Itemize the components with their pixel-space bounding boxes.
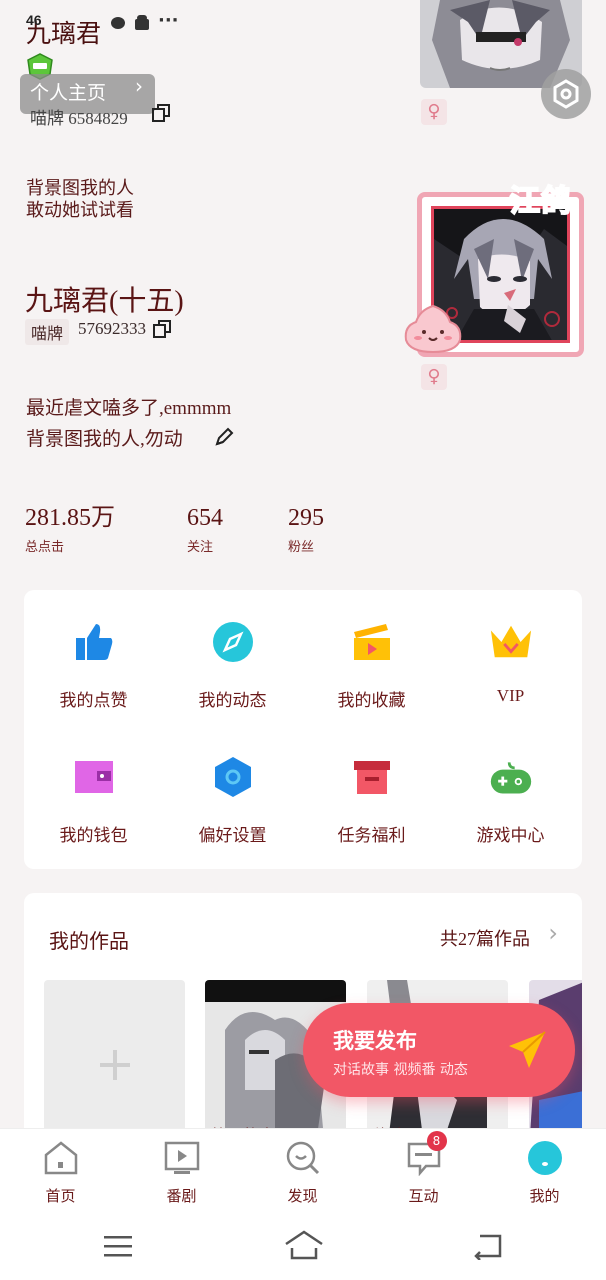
paper-plane-icon (507, 1030, 547, 1075)
edit-pencil-icon[interactable] (214, 427, 234, 452)
thumbs-up-icon (72, 620, 116, 664)
grid-item-vip[interactable]: VIP (441, 590, 580, 720)
grid-item-game-center[interactable]: 游戏中心 (441, 725, 580, 855)
grid-item-dynamics[interactable]: 我的动态 (163, 590, 302, 720)
publish-title: 我要发布 (333, 1029, 417, 1053)
grid-item-label: 游戏中心 (476, 826, 545, 845)
stat-label: 总点击 (25, 539, 65, 554)
bio-line: 最近虐文嗑多了,emmmm (26, 398, 232, 419)
task-box-icon (350, 755, 394, 799)
stat-following[interactable]: 654 关注 (187, 504, 223, 555)
works-title: 我的作品 (49, 931, 129, 953)
clapperboard-icon (350, 620, 394, 664)
nav-label: 我的 (529, 1189, 560, 1205)
settings-button[interactable] (541, 69, 591, 119)
me-icon (526, 1139, 564, 1177)
grid-item-label: 任务福利 (337, 826, 406, 845)
background-note-line: 敢动她试试看 (26, 200, 134, 220)
home-page-tooltip-label: 个人主页 (30, 83, 107, 104)
notification-badge: 8 (426, 1131, 447, 1151)
stat-label: 粉丝 (288, 539, 315, 554)
bio-line: 背景图我的人,勿动 (26, 429, 183, 450)
stat-total-clicks[interactable]: 281.85万 总点击 (25, 504, 115, 555)
id-label: 喵牌 (25, 319, 70, 345)
stat-value: 281.85万 (25, 505, 115, 531)
gamepad-icon (489, 755, 533, 799)
hexagon-gear-icon (553, 79, 579, 109)
nav-label: 发现 (287, 1189, 318, 1205)
gender-female-icon: ♀ (421, 364, 447, 390)
works-count-link[interactable]: 共27篇作品 (440, 925, 530, 951)
stat-value: 295 (288, 505, 324, 531)
bottom-nav: 首页 番剧 发现 8 互动 我的 (0, 1128, 606, 1216)
background-note-line: 背景图我的人 (26, 178, 134, 198)
grid-item-label: 我的点赞 (59, 691, 128, 710)
nav-me[interactable]: 我的 (484, 1129, 605, 1217)
grid-item-label: VIP (496, 686, 525, 705)
play-icon (163, 1139, 201, 1177)
plus-icon (99, 1050, 130, 1080)
background-note: 背景图我的人 敢动她试试看 (26, 177, 134, 221)
back-icon[interactable] (472, 1232, 504, 1265)
peach-mascot-icon (402, 302, 464, 354)
id-label-top: 喵牌 (30, 109, 64, 128)
nav-label: 首页 (45, 1189, 76, 1205)
crown-icon (489, 620, 533, 664)
copy-icon[interactable] (152, 104, 170, 127)
add-work-button[interactable] (44, 980, 185, 1150)
id-value: 57692333 (78, 319, 146, 338)
nav-home[interactable]: 首页 (0, 1129, 121, 1217)
grid-item-label: 我的收藏 (337, 691, 406, 710)
grid-item-wallet[interactable]: 我的钱包 (24, 725, 163, 855)
hexagon-settings-icon (211, 755, 255, 799)
stat-fans[interactable]: 295 粉丝 (288, 504, 324, 555)
wechat-android-icons (111, 15, 149, 30)
grid-item-likes[interactable]: 我的点赞 (24, 590, 163, 720)
copy-icon[interactable] (153, 320, 171, 343)
chevron-right-icon: › (135, 74, 143, 98)
grid-item-tasks[interactable]: 任务福利 (302, 725, 441, 855)
username: 九璃君(十五) (25, 286, 184, 317)
discover-icon (284, 1139, 322, 1177)
notification-icons (110, 14, 156, 36)
grid-item-label: 我的钱包 (59, 826, 128, 845)
grid-item-label: 偏好设置 (198, 826, 267, 845)
nav-label: 番剧 (166, 1189, 197, 1205)
compass-icon (211, 620, 255, 664)
home-nav-icon[interactable] (284, 1230, 324, 1265)
bio[interactable]: 最近虐文嗑多了,emmmm 背景图我的人,勿动 (26, 393, 231, 455)
stat-label: 关注 (187, 539, 214, 554)
signal-indicator: 46 (26, 12, 42, 28)
avatar-frame-tag: 江鸽 (509, 183, 572, 220)
nav-anime[interactable]: 番剧 (121, 1129, 242, 1217)
chevron-right-icon[interactable]: › (548, 919, 558, 947)
message-icon: 8 (405, 1131, 447, 1177)
home-icon (42, 1139, 80, 1177)
nav-label: 互动 (408, 1189, 439, 1205)
nav-discover[interactable]: 发现 (242, 1129, 363, 1217)
publish-subtitle: 对话故事 视频番 动态 (333, 1062, 468, 1078)
id-top: 喵牌 6584829 (30, 104, 128, 129)
function-grid: 我的点赞 我的动态 我的收藏 VIP 我的钱包 偏好设置 任务福利 游戏中心 (24, 590, 582, 869)
stat-value: 654 (187, 505, 223, 531)
wallet-icon (72, 755, 116, 799)
publish-button[interactable]: 我要发布 对话故事 视频番 动态 (303, 1003, 575, 1097)
menu-icon[interactable] (103, 1234, 133, 1263)
gender-female-icon: ♀ (421, 99, 447, 125)
more-dots-icon: ··· (158, 10, 179, 31)
system-navigation-bar (0, 1216, 606, 1280)
grid-item-preferences[interactable]: 偏好设置 (163, 725, 302, 855)
nav-interaction[interactable]: 8 互动 (363, 1129, 484, 1217)
grid-item-favorites[interactable]: 我的收藏 (302, 590, 441, 720)
grid-item-label: 我的动态 (198, 691, 267, 710)
id-value-top: 6584829 (68, 109, 128, 128)
